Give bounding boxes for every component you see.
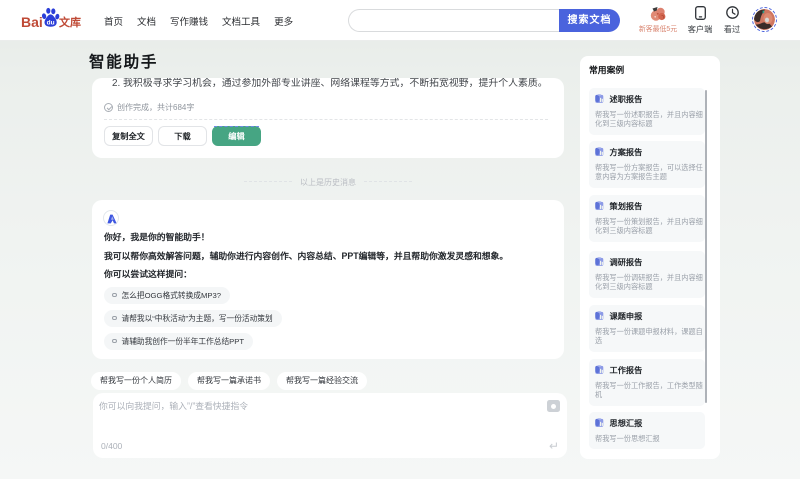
svg-text:du: du <box>47 19 55 26</box>
